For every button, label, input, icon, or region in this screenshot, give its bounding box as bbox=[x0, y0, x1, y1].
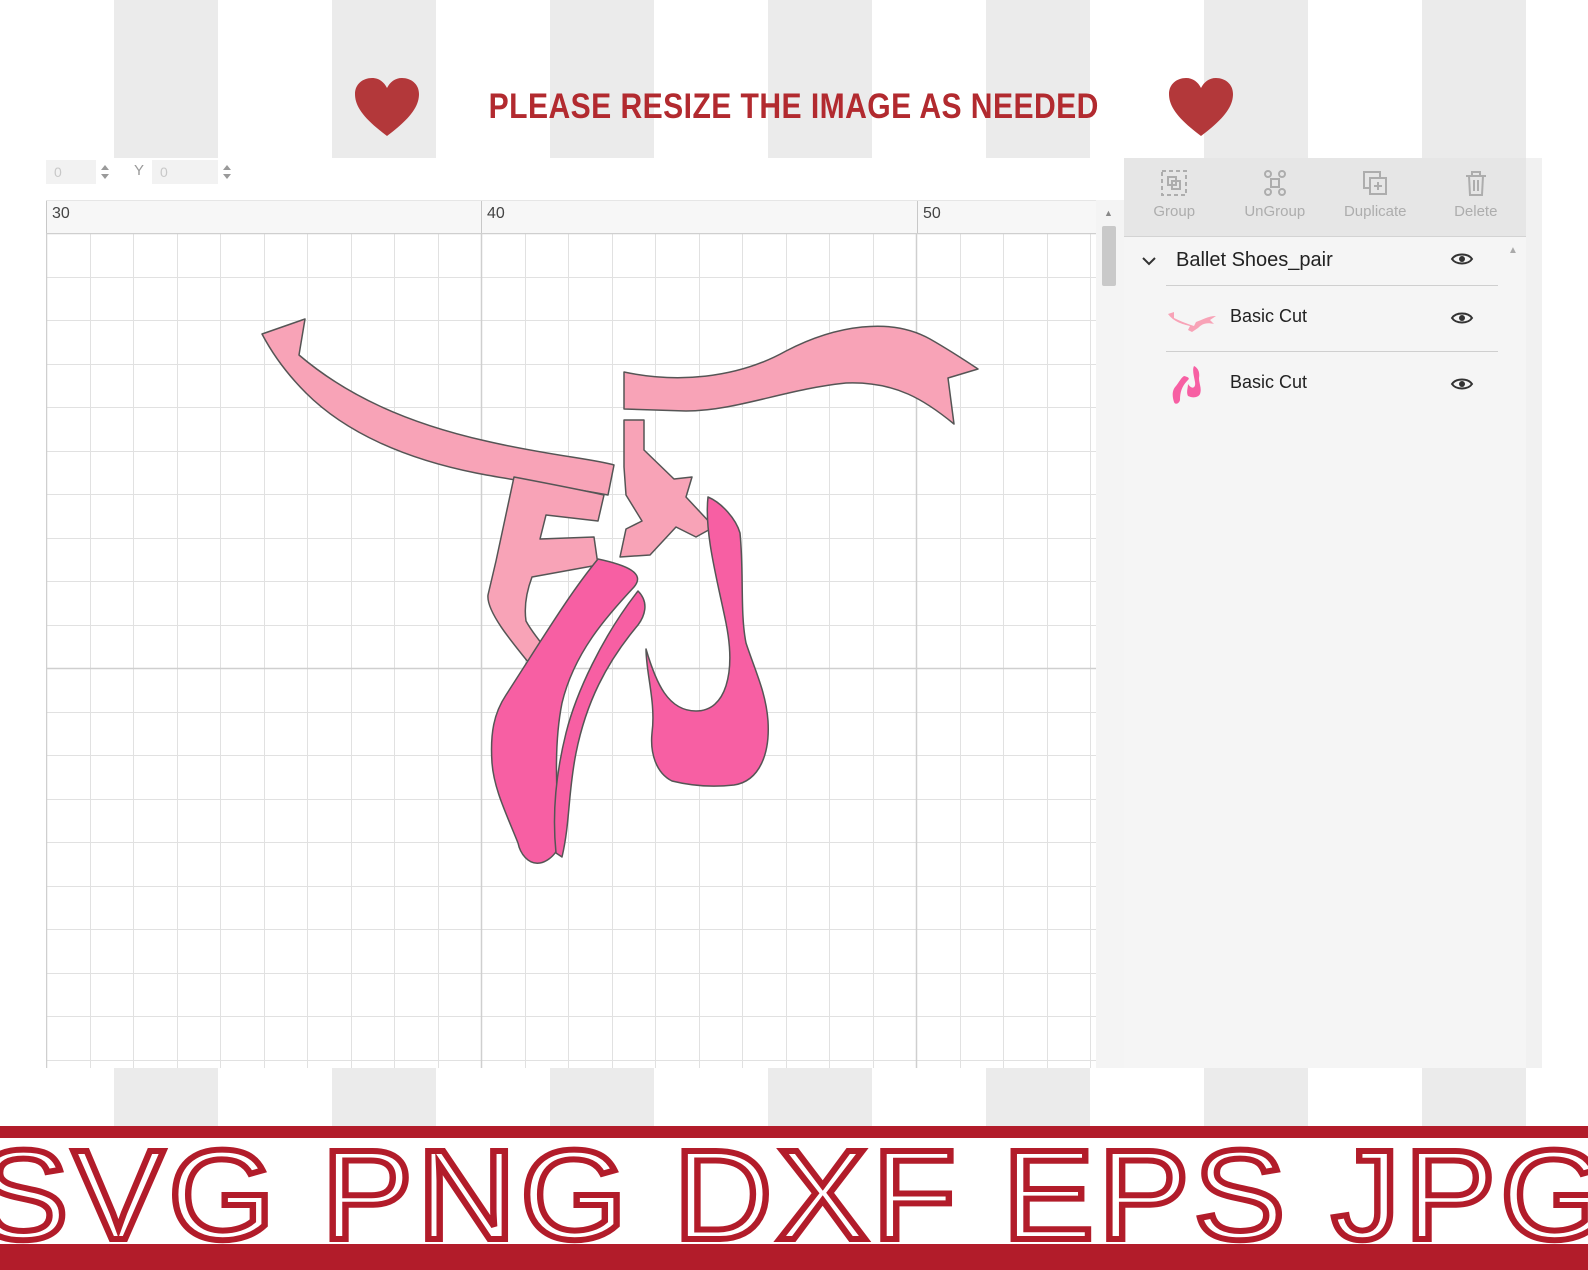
layers-list: ▲ Ballet Shoes_pair Basic Cut Basic Cut bbox=[1124, 237, 1526, 1068]
group-icon bbox=[1161, 170, 1188, 196]
layers-toolbar: Group UnGroup Duplicate Delete bbox=[1124, 158, 1526, 237]
delete-button[interactable]: Delete bbox=[1426, 158, 1527, 236]
ungroup-icon bbox=[1263, 170, 1286, 196]
ungroup-button[interactable]: UnGroup bbox=[1225, 158, 1326, 236]
ruler-label: 50 bbox=[923, 205, 941, 222]
shoes-thumbnail bbox=[1172, 366, 1201, 404]
ruler-tick bbox=[481, 201, 482, 233]
design-canvas[interactable] bbox=[46, 233, 1096, 1068]
resize-banner: PLEASE RESIZE THE IMAGE AS NEEDED bbox=[0, 76, 1588, 138]
eye-icon[interactable] bbox=[1450, 251, 1474, 267]
ribbon-thumbnail bbox=[1168, 312, 1216, 332]
scrollbar-thumb[interactable] bbox=[1102, 226, 1116, 286]
ruler-tick bbox=[46, 201, 47, 233]
heart-icon bbox=[1168, 78, 1233, 136]
x-position-input[interactable]: 0 bbox=[46, 160, 96, 184]
layer-item-ribbon[interactable]: Basic Cut bbox=[1166, 285, 1498, 350]
group-button[interactable]: Group bbox=[1124, 158, 1225, 236]
trash-icon bbox=[1465, 171, 1486, 196]
banner-text: PLEASE RESIZE THE IMAGE AS NEEDED bbox=[488, 87, 1100, 126]
ungroup-label: UnGroup bbox=[1244, 203, 1306, 220]
vertical-scrollbar[interactable]: ▲ bbox=[1096, 200, 1124, 1068]
design-app-window: 0 Y 0 30 40 50 ▲ Group UnGroup Duplicate… bbox=[46, 158, 1542, 1068]
ruler-label: 30 bbox=[52, 205, 70, 222]
scroll-up-arrow-icon[interactable]: ▲ bbox=[1104, 208, 1113, 218]
layer-item-label: Basic Cut bbox=[1230, 372, 1308, 392]
eye-icon[interactable] bbox=[1450, 310, 1474, 326]
chevron-down-icon[interactable] bbox=[1140, 252, 1158, 270]
x-stepper-icon[interactable] bbox=[100, 162, 110, 182]
position-row: 0 Y 0 bbox=[46, 158, 1136, 200]
ruler-label: 40 bbox=[487, 205, 505, 222]
group-label: Group bbox=[1153, 203, 1196, 220]
file-formats-text: SVG PNG DXF EPS JPG bbox=[0, 1124, 1588, 1267]
layer-group-ballet-shoes[interactable]: Ballet Shoes_pair bbox=[1124, 237, 1498, 285]
y-stepper-icon[interactable] bbox=[222, 162, 232, 182]
heart-icon bbox=[355, 78, 420, 136]
eye-icon[interactable] bbox=[1450, 376, 1474, 392]
horizontal-ruler: 30 40 50 bbox=[46, 200, 1096, 234]
formats-band: SVG PNG DXF EPS JPG bbox=[0, 1126, 1588, 1270]
delete-label: Delete bbox=[1454, 203, 1498, 220]
ruler-tick bbox=[917, 201, 918, 233]
ballet-shoes-artwork[interactable] bbox=[46, 233, 1096, 1068]
layers-panel: Group UnGroup Duplicate Delete ▲ Ballet … bbox=[1124, 158, 1542, 1068]
y-label: Y bbox=[134, 162, 145, 179]
duplicate-icon bbox=[1363, 171, 1388, 195]
layer-item-label: Basic Cut bbox=[1230, 306, 1308, 326]
y-position-input[interactable]: 0 bbox=[152, 160, 218, 184]
duplicate-button[interactable]: Duplicate bbox=[1325, 158, 1426, 236]
layers-scroll-up-icon[interactable]: ▲ bbox=[1508, 245, 1518, 256]
layer-group-name: Ballet Shoes_pair bbox=[1176, 249, 1333, 271]
duplicate-label: Duplicate bbox=[1343, 203, 1407, 220]
layer-item-shoes[interactable]: Basic Cut bbox=[1166, 351, 1498, 416]
